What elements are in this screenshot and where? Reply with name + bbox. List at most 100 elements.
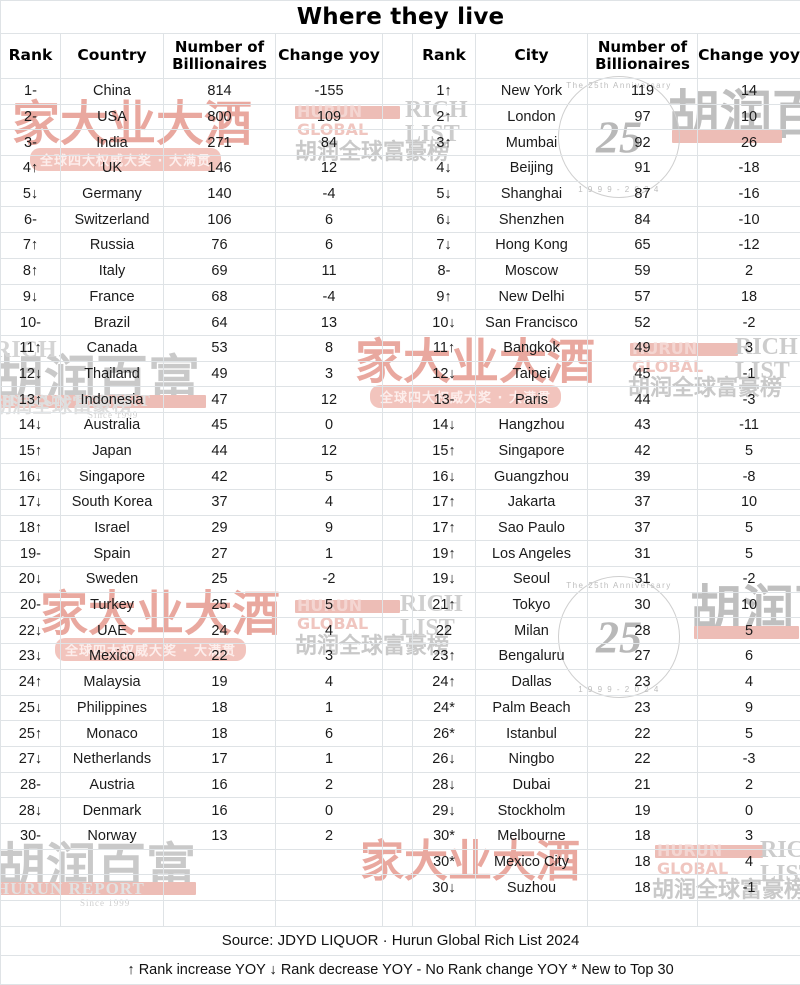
country-change-cell: 1 <box>276 746 383 772</box>
city-billionaires-cell: 65 <box>588 233 698 259</box>
country-billionaires-cell: 76 <box>164 233 276 259</box>
country-rank-cell: 7↑ <box>1 233 61 259</box>
spreadsheet-sheet: 家大业大酒 全球四大权威大奖 · 大满贯 家大业大酒 全球四大权威大奖 · 大满… <box>0 0 800 925</box>
table-row: 27↓Netherlands17126↓Ningbo22-3 <box>1 746 800 772</box>
city-change-cell: 9 <box>698 695 800 721</box>
city-billionaires-cell: 84 <box>588 207 698 233</box>
city-name-cell: Guangzhou <box>476 464 588 490</box>
country-name-cell: Philippines <box>61 695 164 721</box>
country-name-cell <box>61 875 164 901</box>
country-change-cell: 3 <box>276 644 383 670</box>
country-name-cell: Germany <box>61 181 164 207</box>
source-note: Source: JDYD LIQUOR · Hurun Global Rich … <box>1 926 800 955</box>
table-row: 30↓Suzhou18-1 <box>1 875 800 901</box>
country-billionaires-cell: 13 <box>164 823 276 849</box>
city-rank-cell: 24* <box>413 695 476 721</box>
country-change-cell: 109 <box>276 104 383 130</box>
city-change-cell: -1 <box>698 361 800 387</box>
header-spacer <box>383 34 413 79</box>
country-rank-cell: 28↓ <box>1 798 61 824</box>
country-billionaires-cell: 18 <box>164 695 276 721</box>
table-row: 2-USA8001092↑London9710 <box>1 104 800 130</box>
city-billionaires-cell: 52 <box>588 310 698 336</box>
table-spacer-cell <box>383 567 413 593</box>
city-rank-cell: 3↑ <box>413 130 476 156</box>
city-rank-cell: 23↑ <box>413 644 476 670</box>
city-rank-cell: 15↑ <box>413 438 476 464</box>
city-billionaires-cell: 97 <box>588 104 698 130</box>
city-billionaires-cell: 92 <box>588 130 698 156</box>
table-spacer-cell <box>383 156 413 182</box>
city-billionaires-cell: 27 <box>588 644 698 670</box>
city-name-cell: Los Angeles <box>476 541 588 567</box>
country-rank-cell <box>1 901 61 927</box>
city-rank-cell: 26↓ <box>413 746 476 772</box>
table-spacer-cell <box>383 284 413 310</box>
city-name-cell: Tokyo <box>476 592 588 618</box>
city-name-cell: Dubai <box>476 772 588 798</box>
country-change-cell: 11 <box>276 258 383 284</box>
country-change-cell: 2 <box>276 823 383 849</box>
table-spacer-cell <box>383 490 413 516</box>
city-billionaires-cell: 87 <box>588 181 698 207</box>
country-rank-cell: 22↓ <box>1 618 61 644</box>
city-change-cell: -3 <box>698 387 800 413</box>
city-name-cell: Shanghai <box>476 181 588 207</box>
table-spacer-cell <box>383 104 413 130</box>
city-name-cell: Shenzhen <box>476 207 588 233</box>
country-rank-cell: 20- <box>1 592 61 618</box>
country-rank-cell: 24↑ <box>1 669 61 695</box>
city-change-cell: 6 <box>698 644 800 670</box>
country-change-cell: 5 <box>276 592 383 618</box>
table-row: 7↑Russia7667↓Hong Kong65-12 <box>1 233 800 259</box>
country-name-cell: Turkey <box>61 592 164 618</box>
city-rank-cell: 24↑ <box>413 669 476 695</box>
header-country-rank: Rank <box>1 34 61 79</box>
country-name-cell <box>61 849 164 875</box>
country-change-cell: 6 <box>276 233 383 259</box>
table-spacer-cell <box>383 772 413 798</box>
country-rank-cell: 11↑ <box>1 335 61 361</box>
header-number-line2: Billionaires <box>164 56 275 73</box>
city-change-cell: 10 <box>698 592 800 618</box>
country-rank-cell: 9↓ <box>1 284 61 310</box>
country-billionaires-cell: 146 <box>164 156 276 182</box>
city-rank-cell: 5↓ <box>413 181 476 207</box>
country-rank-cell: 3- <box>1 130 61 156</box>
country-name-cell: Singapore <box>61 464 164 490</box>
country-change-cell: -4 <box>276 181 383 207</box>
city-name-cell: Sao Paulo <box>476 515 588 541</box>
table-body: 1-China814-1551↑New York119142-USA800109… <box>1 79 800 927</box>
country-name-cell: Spain <box>61 541 164 567</box>
city-rank-cell: 8- <box>413 258 476 284</box>
country-name-cell: Mexico <box>61 644 164 670</box>
city-rank-cell: 30* <box>413 849 476 875</box>
city-name-cell: Seoul <box>476 567 588 593</box>
city-billionaires-cell: 23 <box>588 695 698 721</box>
table-spacer-cell <box>383 515 413 541</box>
country-change-cell <box>276 901 383 927</box>
country-billionaires-cell: 24 <box>164 618 276 644</box>
table-spacer-cell <box>383 387 413 413</box>
city-name-cell: Bengaluru <box>476 644 588 670</box>
table-spacer-cell <box>383 695 413 721</box>
country-billionaires-cell: 68 <box>164 284 276 310</box>
header-city: City <box>476 34 588 79</box>
city-billionaires-cell: 119 <box>588 79 698 105</box>
table-spacer-cell <box>383 258 413 284</box>
table-spacer-cell <box>383 721 413 747</box>
city-billionaires-cell: 18 <box>588 849 698 875</box>
country-billionaires-cell: 25 <box>164 592 276 618</box>
table-spacer-cell <box>383 669 413 695</box>
country-billionaires-cell: 800 <box>164 104 276 130</box>
city-billionaires-cell: 37 <box>588 490 698 516</box>
city-rank-cell: 7↓ <box>413 233 476 259</box>
city-name-cell: Beijing <box>476 156 588 182</box>
country-name-cell: India <box>61 130 164 156</box>
country-name-cell: USA <box>61 104 164 130</box>
country-name-cell: Sweden <box>61 567 164 593</box>
table-spacer-cell <box>383 412 413 438</box>
city-change-cell: -18 <box>698 156 800 182</box>
header-number-line1: Number of <box>588 39 697 56</box>
city-name-cell: Suzhou <box>476 875 588 901</box>
